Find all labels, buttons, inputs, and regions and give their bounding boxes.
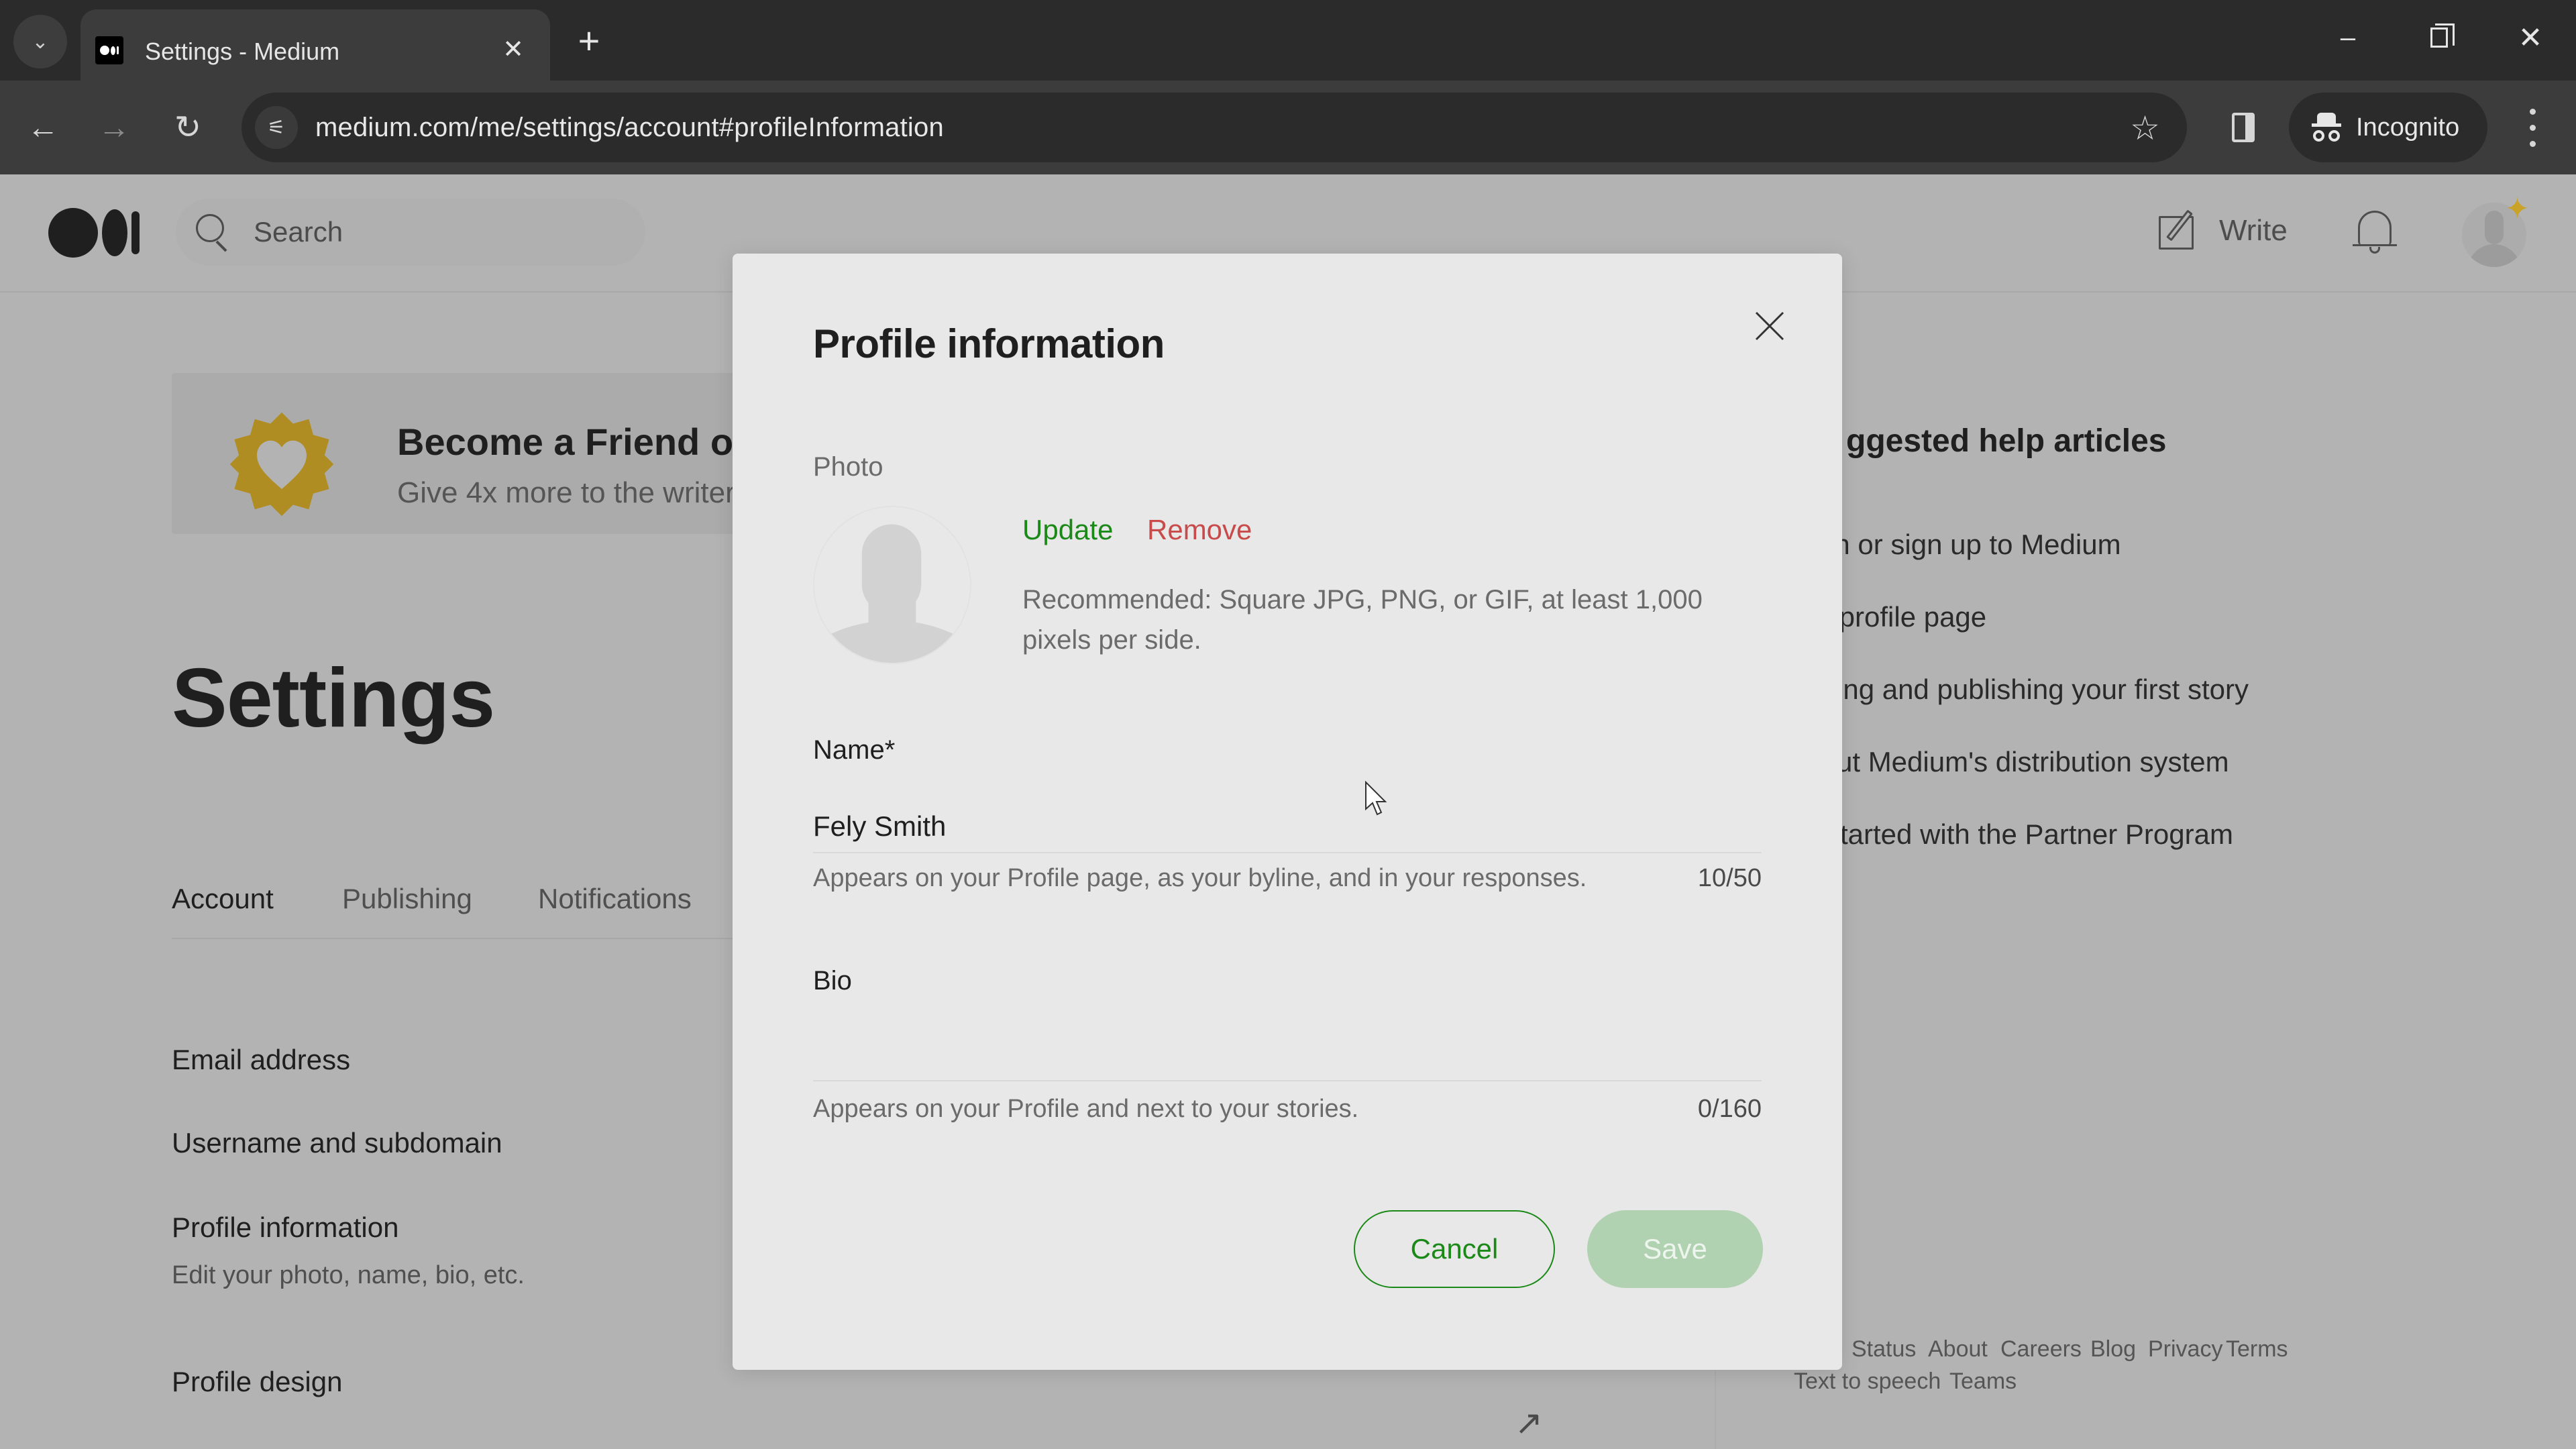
default-user-icon <box>820 524 964 663</box>
browser-tab-active[interactable]: Settings - Medium ✕ <box>80 9 550 80</box>
write-icon <box>2159 209 2199 251</box>
search-input[interactable]: Search <box>176 199 645 266</box>
medium-favicon-icon <box>95 36 123 64</box>
tab-title: Settings - Medium <box>145 38 340 65</box>
tab-publishing[interactable]: Publishing <box>342 883 472 915</box>
member-sparkle-icon: ✦ <box>2505 193 2530 225</box>
tab-close-icon[interactable]: ✕ <box>496 32 530 66</box>
bookmark-star-icon[interactable]: ☆ <box>2130 109 2160 148</box>
settings-row-profile-information[interactable]: Profile information <box>172 1212 398 1244</box>
name-input[interactable] <box>813 801 1762 853</box>
notifications-bell-icon[interactable] <box>2351 205 2398 259</box>
tune-icon: ⚟ <box>267 116 286 139</box>
help-article-link[interactable]: r profile page <box>1822 601 1986 633</box>
browser-menu-button[interactable] <box>2516 103 2549 152</box>
help-article-link[interactable]: ing and publishing your first story <box>1837 674 2249 706</box>
window-close-button[interactable]: ✕ <box>2504 17 2557 58</box>
footer-link-text-to-speech[interactable]: Text to speech <box>1794 1368 1941 1395</box>
bio-char-counter: 0/160 <box>1697 1095 1762 1123</box>
profile-information-dialog: Profile information Photo Update Remove … <box>733 254 1842 1370</box>
photo-label: Photo <box>813 452 883 482</box>
search-icon <box>196 214 229 252</box>
name-hint: Appears on your Profile page, as your by… <box>813 864 1587 892</box>
footer-link-privacy[interactable]: Privacy <box>2148 1336 2222 1362</box>
footer-link-terms[interactable]: Terms <box>2226 1336 2288 1362</box>
medium-logo[interactable] <box>48 208 140 258</box>
incognito-label: Incognito <box>2356 113 2460 142</box>
remove-photo-link[interactable]: Remove <box>1147 514 1252 546</box>
tab-search-button[interactable]: ⌄ <box>13 15 67 68</box>
help-article-link[interactable]: ut Medium's distribution system <box>1837 746 2229 778</box>
footer-link-status[interactable]: Status <box>1851 1336 1916 1362</box>
reload-icon: ↻ <box>174 110 202 146</box>
close-icon: ✕ <box>2518 21 2543 54</box>
external-link-arrow-icon[interactable]: ↗ <box>1515 1403 1543 1442</box>
cancel-button[interactable]: Cancel <box>1354 1210 1555 1288</box>
window-minimize-button[interactable]: – <box>2321 17 2375 58</box>
search-placeholder: Search <box>254 216 343 248</box>
arrow-right-icon: → <box>98 109 130 146</box>
window-restore-button[interactable] <box>2412 17 2466 58</box>
footer-link-blog[interactable]: Blog <box>2090 1336 2136 1362</box>
address-bar[interactable]: ⚟ medium.com/me/settings/account#profile… <box>241 93 2187 162</box>
bio-hint: Appears on your Profile and next to your… <box>813 1095 1359 1123</box>
tab-account[interactable]: Account <box>172 883 274 915</box>
arrow-left-icon: ← <box>27 109 59 146</box>
forward-button[interactable]: → <box>87 101 141 154</box>
name-label: Name* <box>813 735 896 765</box>
dialog-close-button[interactable] <box>1747 303 1792 349</box>
help-articles-title: ggested help articles <box>1846 423 2167 459</box>
side-panel-button[interactable] <box>2220 105 2266 150</box>
side-panel-icon <box>2232 113 2255 142</box>
minimize-icon: – <box>2340 22 2356 52</box>
restore-icon <box>2430 23 2455 48</box>
settings-row-profile-design[interactable]: Profile design <box>172 1366 342 1398</box>
plus-icon: + <box>578 19 600 62</box>
write-label: Write <box>2219 214 2288 247</box>
help-article-link[interactable]: started with the Partner Program <box>1826 818 2233 851</box>
chevron-down-icon: ⌄ <box>32 30 49 53</box>
site-info-button[interactable]: ⚟ <box>255 106 298 149</box>
photo-recommendation-text: Recommended: Square JPG, PNG, or GIF, at… <box>1022 585 1703 655</box>
incognito-indicator[interactable]: Incognito <box>2289 93 2487 162</box>
browser-titlebar: ⌄ Settings - Medium ✕ + – ✕ <box>0 0 2576 80</box>
settings-row-email[interactable]: Email address <box>172 1044 350 1076</box>
settings-row-username[interactable]: Username and subdomain <box>172 1127 502 1159</box>
dialog-title: Profile information <box>813 321 1165 366</box>
footer-link-about[interactable]: About <box>1928 1336 1988 1362</box>
write-button[interactable]: Write <box>2159 209 2288 251</box>
settings-row-profile-information-sub: Edit your photo, name, bio, etc. <box>172 1261 525 1289</box>
bio-input[interactable] <box>813 1012 1762 1081</box>
heart-badge-icon <box>229 412 334 517</box>
name-char-counter: 10/50 <box>1697 864 1762 892</box>
profile-photo-avatar <box>813 506 971 664</box>
bio-label: Bio <box>813 966 852 996</box>
close-icon <box>1755 311 1784 341</box>
help-article-link[interactable]: n in or sign up to Medium <box>1805 529 2121 561</box>
save-button[interactable]: Save <box>1587 1210 1763 1288</box>
back-button[interactable]: ← <box>16 101 70 154</box>
reload-button[interactable]: ↻ <box>161 101 215 154</box>
tab-notifications[interactable]: Notifications <box>538 883 692 915</box>
mouse-cursor-icon <box>1365 781 1387 816</box>
page-title: Settings <box>172 652 495 745</box>
url-text[interactable]: medium.com/me/settings/account#profileIn… <box>315 113 944 143</box>
update-photo-link[interactable]: Update <box>1022 514 1113 546</box>
new-tab-button[interactable]: + <box>569 19 609 62</box>
footer-link-careers[interactable]: Careers <box>2000 1336 2082 1362</box>
browser-toolbar: ← → ↻ ⚟ medium.com/me/settings/account#p… <box>0 80 2576 174</box>
footer-link-teams[interactable]: Teams <box>1949 1368 2017 1395</box>
incognito-icon <box>2312 113 2341 142</box>
